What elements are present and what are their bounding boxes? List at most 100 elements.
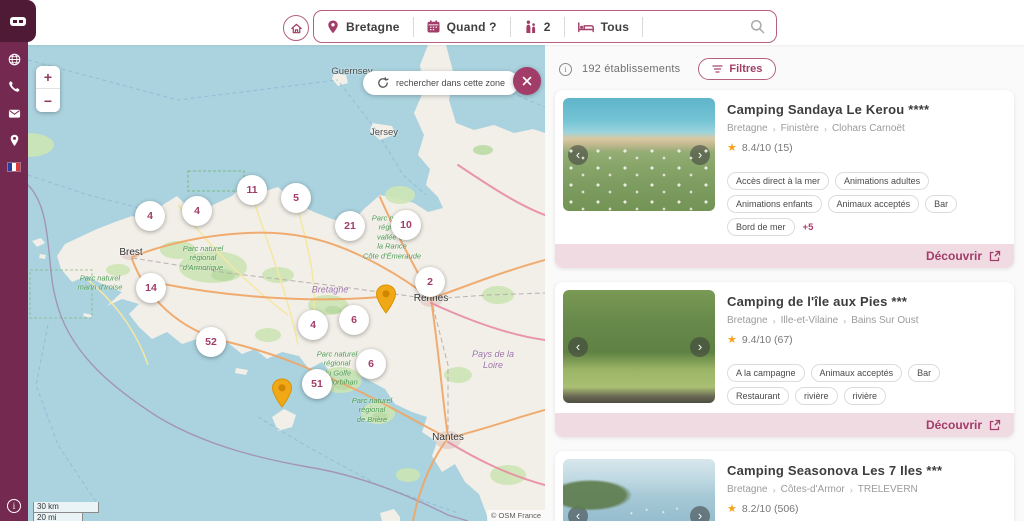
sidebar-icons [0,52,28,174]
bed-icon [578,21,594,33]
breadcrumb-separator: › [773,485,776,495]
chevron-left-icon[interactable]: ‹ [568,337,588,357]
search-guests[interactable]: 2 [511,11,564,42]
map-zoom-control: + − [36,66,60,112]
map-cluster-marker[interactable]: 4 [135,201,165,231]
discover-label: Découvrir [926,249,982,263]
card-tags: Accès direct à la merAnimations adultesA… [727,172,1006,236]
info-icon[interactable]: i [559,63,572,76]
card-info: Camping Seasonova Les 7 Iles *** Bretagn… [727,459,1006,521]
external-link-icon [989,250,1001,262]
breadcrumb-item: Bains Sur Oust [851,315,918,326]
more-tags-badge[interactable]: +5 [803,222,814,233]
breadcrumb-separator: › [773,124,776,134]
map-scale-mi: 20 mi [33,513,83,521]
map-cluster-marker[interactable]: 6 [339,305,369,335]
map-cluster-marker[interactable]: 21 [335,211,365,241]
discover-label: Découvrir [926,418,982,432]
map-pin-marker[interactable] [375,284,397,314]
card-rating: ★ 8.2/10 (506) [727,502,1006,515]
chevron-right-icon[interactable]: › [690,506,710,521]
map-pin-marker[interactable] [271,378,293,408]
home-button[interactable] [283,15,309,41]
discover-link[interactable]: Découvrir [555,244,1014,268]
dates-value: Quand ? [447,20,497,34]
map-cluster-marker[interactable]: 2 [415,267,445,297]
chevron-left-icon[interactable]: ‹ [568,506,588,521]
breadcrumb-item: Finistère [781,123,819,134]
map-cluster-marker[interactable]: 6 [356,349,386,379]
breadcrumb: Bretagne›Finistère›Clohars Carnoët [727,123,1006,134]
filter-icon [712,64,723,74]
card-title: Camping Sandaya Le Kerou **** [727,102,1006,117]
map-cluster-marker[interactable]: 4 [298,310,328,340]
divider [642,17,643,37]
filters-button[interactable]: Filtres [698,58,776,80]
discover-link[interactable]: Découvrir [555,413,1014,437]
info-button[interactable]: i [7,499,21,513]
star-icon: ★ [727,141,737,154]
calendar-icon [427,20,440,33]
logo-van-icon [10,17,26,26]
close-zone-button[interactable] [513,67,541,95]
contact-button[interactable] [7,106,21,120]
card-rating: ★ 8.4/10 (15) [727,141,1006,154]
phone-icon [8,80,21,93]
search-dates[interactable]: Quand ? [414,11,510,42]
chevron-left-icon[interactable]: ‹ [568,145,588,165]
zoom-out-button[interactable]: − [36,89,60,112]
breadcrumb: Bretagne › Ille-et-Vilaine › Bains Sur Oust [727,315,1006,326]
camping-card[interactable]: ‹ › Camping Seasonova Les 7 Iles *** Bre… [555,451,1014,521]
camping-card[interactable]: ‹ › Camping Sandaya Le Kerou **** Bretag… [555,90,1014,268]
breadcrumb-item: Ille-et-Vilaine [781,315,839,326]
location-pin-icon [327,20,339,34]
map-cluster-marker[interactable]: 5 [281,183,311,213]
breadcrumb-item: Bretagne [727,315,768,326]
map-cluster-marker[interactable]: 11 [237,175,267,205]
app-logo[interactable] [0,0,36,42]
topbar: Bretagne Quand ? 2 Tous [0,0,1024,45]
results-panel: i 192 établissements Filtres ‹ › Camping… [545,45,1024,521]
camping-card[interactable]: ‹ › Camping de l'île aux Pies *** Bretag… [555,282,1014,437]
card-photo[interactable]: ‹ › [563,290,715,403]
home-icon [290,22,303,35]
card-tags: A la campagneAnimaux acceptésBarRestaura… [727,364,1006,405]
map-cluster-marker[interactable]: 51 [302,369,332,399]
amenity-tag: Animaux acceptés [828,195,920,213]
results-list: ‹ › Camping Sandaya Le Kerou **** Bretag… [545,88,1024,521]
card-body: ‹ › Camping Seasonova Les 7 Iles *** Bre… [555,451,1014,521]
rating-value: 8.2/10 (506) [742,503,799,515]
amenity-tag: rivière [795,387,838,405]
language-flag-button[interactable] [7,160,21,174]
guests-icon [524,20,537,34]
map-cluster-marker[interactable]: 4 [182,196,212,226]
search-submit-button[interactable] [750,19,765,34]
card-info: Camping Sandaya Le Kerou **** Bretagne›F… [727,98,1006,236]
breadcrumb: Bretagne›Côtes-d'Armor›TRELEVERN [727,484,1006,495]
filters-label: Filtres [729,63,762,75]
card-photo[interactable]: ‹ › [563,98,715,211]
search-destination[interactable]: Bretagne [314,11,413,42]
card-photo[interactable]: ‹ › [563,459,715,521]
map-cluster-marker[interactable]: 10 [391,210,421,240]
location-button[interactable] [7,133,21,147]
chevron-right-icon[interactable]: › [690,145,710,165]
search-accommodation[interactable]: Tous [565,11,643,42]
amenity-tag: Bar [925,195,957,213]
search-this-zone-button[interactable]: rechercher dans cette zone [363,71,519,95]
map-cluster-marker[interactable]: 52 [196,327,226,357]
map[interactable]: GuernseyJerseyBrestParc naturel marin d'… [28,45,545,521]
destination-value: Bretagne [346,20,400,34]
results-header: i 192 établissements Filtres [545,45,1024,88]
breadcrumb-separator: › [843,316,846,326]
map-cluster-marker[interactable]: 14 [136,273,166,303]
card-body: ‹ › Camping Sandaya Le Kerou **** Bretag… [555,90,1014,244]
language-button[interactable] [7,52,21,66]
phone-button[interactable] [7,79,21,93]
map-base-layer [28,45,545,521]
zoom-in-button[interactable]: + [36,66,60,89]
chevron-right-icon[interactable]: › [690,337,710,357]
breadcrumb-separator: › [773,316,776,326]
close-icon [522,76,532,86]
breadcrumb-item: Côtes-d'Armor [781,484,845,495]
